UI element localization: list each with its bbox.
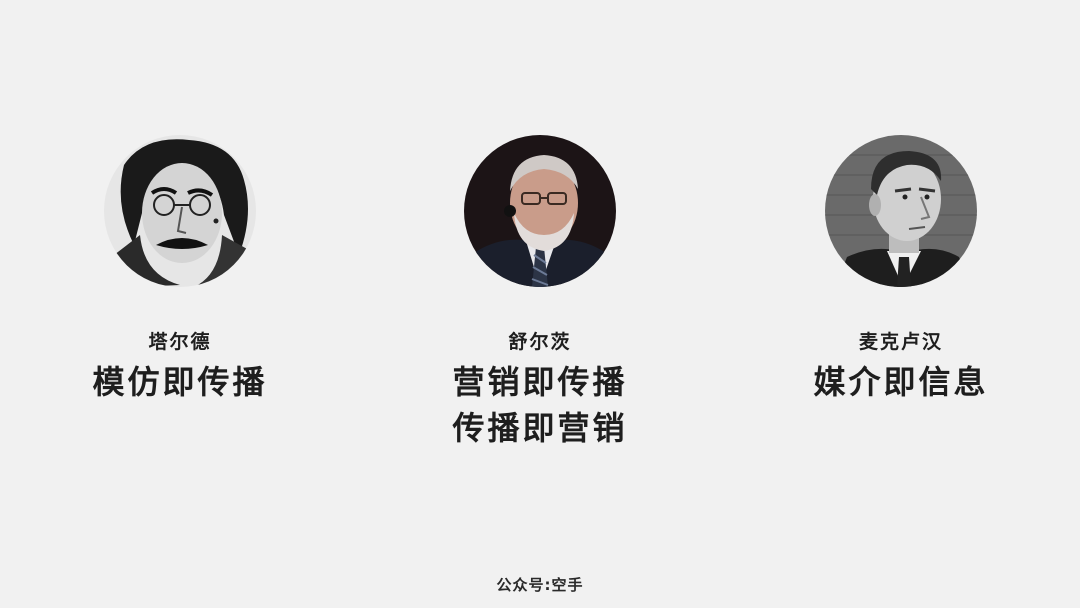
person-card-schultz: 舒尔茨 营销即传播 传播即营销	[390, 135, 690, 451]
person-card-mcluhan: 麦克卢汉 媒介即信息	[751, 135, 1051, 405]
tarde-portrait	[104, 135, 256, 287]
person-slogan: 营销即传播	[452, 363, 628, 401]
mcluhan-portrait	[825, 135, 977, 287]
person-name: 塔尔德	[148, 331, 212, 353]
person-name: 舒尔茨	[508, 331, 572, 353]
person-card-tarde: 塔尔德 模仿即传播	[30, 135, 330, 405]
person-slogan: 模仿即传播	[92, 363, 268, 401]
person-slogan: 媒介即信息	[813, 363, 989, 401]
person-name: 麦克卢汉	[858, 331, 943, 353]
schultz-portrait	[464, 135, 616, 287]
footer-credit: 公众号:空手	[496, 576, 584, 594]
person-slogan: 传播即营销	[452, 409, 628, 447]
